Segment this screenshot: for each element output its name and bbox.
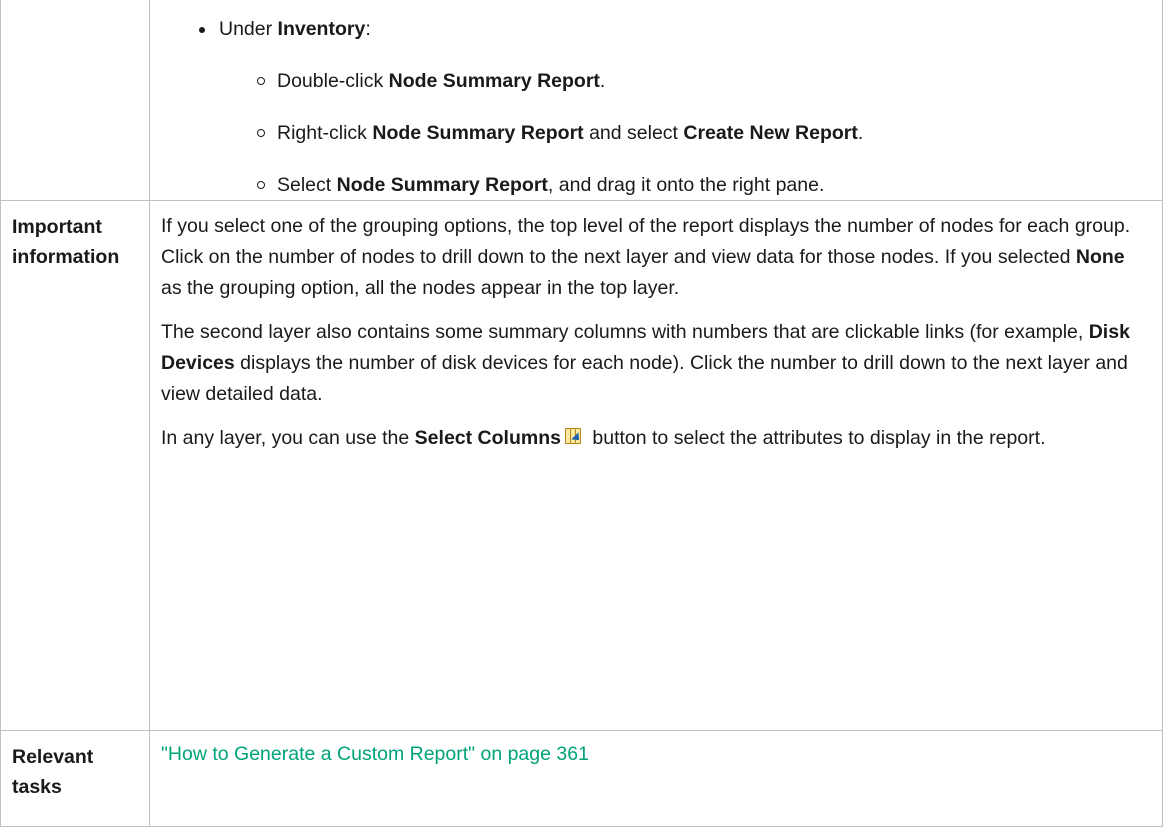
inventory-content-cell: Under Inventory: Double-click Node Summa… [149,0,1163,201]
sub-item-double-click: Double-click Node Summary Report. [219,66,1148,96]
important-label: Important information [0,200,150,731]
important-content-cell: If you select one of the grouping option… [149,200,1163,731]
bullet-suffix: : [365,18,371,40]
bullet-bold: Inventory [277,18,366,40]
paragraph-select-columns: In any layer, you can use the Select Col… [161,427,1046,449]
bullet-list: Under Inventory: Double-click Node Summa… [161,14,1148,200]
relevant-row: Relevant tasks "How to Generate a Custom… [0,730,1163,827]
empty-label-cell [0,0,150,201]
select-columns-icon[interactable] [564,427,583,445]
paragraph-grouping: If you select one of the grouping option… [161,215,1131,299]
info-table: Under Inventory: Double-click Node Summa… [0,0,1163,827]
custom-report-link[interactable]: "How to Generate a Custom Report" on pag… [161,743,589,765]
bullet-inventory: Under Inventory: Double-click Node Summa… [161,14,1148,200]
sub-item-drag: Select Node Summary Report, and drag it … [219,170,1148,200]
relevant-label: Relevant tasks [0,730,150,827]
important-row: Important information If you select one … [0,200,1163,731]
relevant-content-cell: "How to Generate a Custom Report" on pag… [149,730,1163,827]
inventory-row: Under Inventory: Double-click Node Summa… [0,0,1163,201]
sub-item-right-click: Right-click Node Summary Report and sele… [219,118,1148,148]
paragraph-second-layer: The second layer also contains some summ… [161,321,1130,405]
sub-bullet-list: Double-click Node Summary Report. Right-… [219,66,1148,200]
bullet-text: Under [219,18,278,40]
